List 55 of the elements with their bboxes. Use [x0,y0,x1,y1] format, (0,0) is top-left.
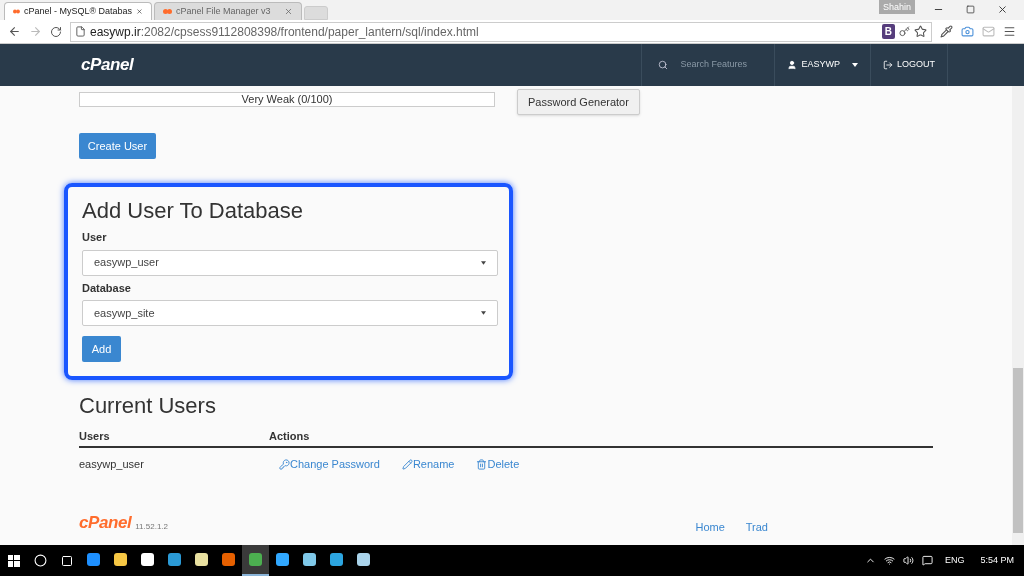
select-field[interactable]: easywp_site [82,300,498,326]
caret-icon [481,260,486,265]
action-link[interactable]: Delete [476,456,520,473]
notification-icon[interactable] [921,555,933,566]
section-title: Current Users [79,392,217,420]
section-title: Add User To Database [82,197,304,225]
key-icon[interactable] [899,26,910,37]
page-icon [75,26,86,37]
cpanel-logo: cPanel [81,54,134,77]
clock[interactable]: 5:54 PM [980,553,1014,568]
logout-icon [883,60,893,70]
extension-badge[interactable]: B [881,24,895,39]
table-cell-text: easywp_user [79,457,145,473]
cpanel-favicon-icon [163,8,172,15]
pencil-icon [401,459,413,470]
cpanel-favicon-icon [13,8,20,15]
scrollbar[interactable] [1012,86,1024,545]
create-user-button[interactable]: Create User [79,133,156,159]
column-header: Actions [269,428,310,444]
reload-icon[interactable] [50,25,62,38]
action-link[interactable]: Rename [401,456,455,473]
close-icon[interactable] [136,7,143,16]
search-icon [658,60,669,70]
field-label: Database [82,280,132,296]
caret-icon [852,63,858,67]
add-button[interactable]: Add [82,336,121,362]
select-field[interactable]: easywp_user [82,249,498,276]
browser-tab[interactable]: cPanel - MySQL® Databas [4,2,152,20]
trash-icon [476,459,488,470]
footer-link[interactable]: Trad [745,518,768,535]
browser-tab[interactable]: cPanel File Manager v3 [154,2,302,20]
search-icon[interactable] [34,554,47,567]
back-icon[interactable] [8,25,21,38]
star-icon[interactable] [914,25,927,38]
caret-icon [481,311,486,315]
key-icon [279,459,290,470]
address-bar[interactable]: easywp.ir:2082/cpsess9112808398/frontend/paper_lantern/sql/index.html B [70,21,932,42]
menu-icon[interactable] [1003,25,1016,38]
camera-icon[interactable] [961,25,974,38]
maximize-icon[interactable] [966,4,975,14]
volume-icon[interactable] [902,555,914,566]
wifi-icon[interactable] [883,555,895,566]
eyedropper-icon[interactable] [940,25,953,38]
action-link[interactable]: Change Password [279,456,380,473]
field-label: User [82,230,108,245]
version-label: 11.52.1.2 [135,521,169,533]
user-icon [787,60,798,70]
task-view-icon[interactable] [61,554,73,567]
footer-link[interactable]: Home [695,518,725,535]
strength-label: Very Weak (0/100) [241,92,333,108]
cpanel-logo: cPanel [79,511,132,534]
column-header: Users [79,428,111,444]
language-indicator[interactable]: ENG [944,553,965,568]
password-generator-button[interactable]: Password Generator [517,89,640,115]
close-icon[interactable] [997,3,1008,15]
